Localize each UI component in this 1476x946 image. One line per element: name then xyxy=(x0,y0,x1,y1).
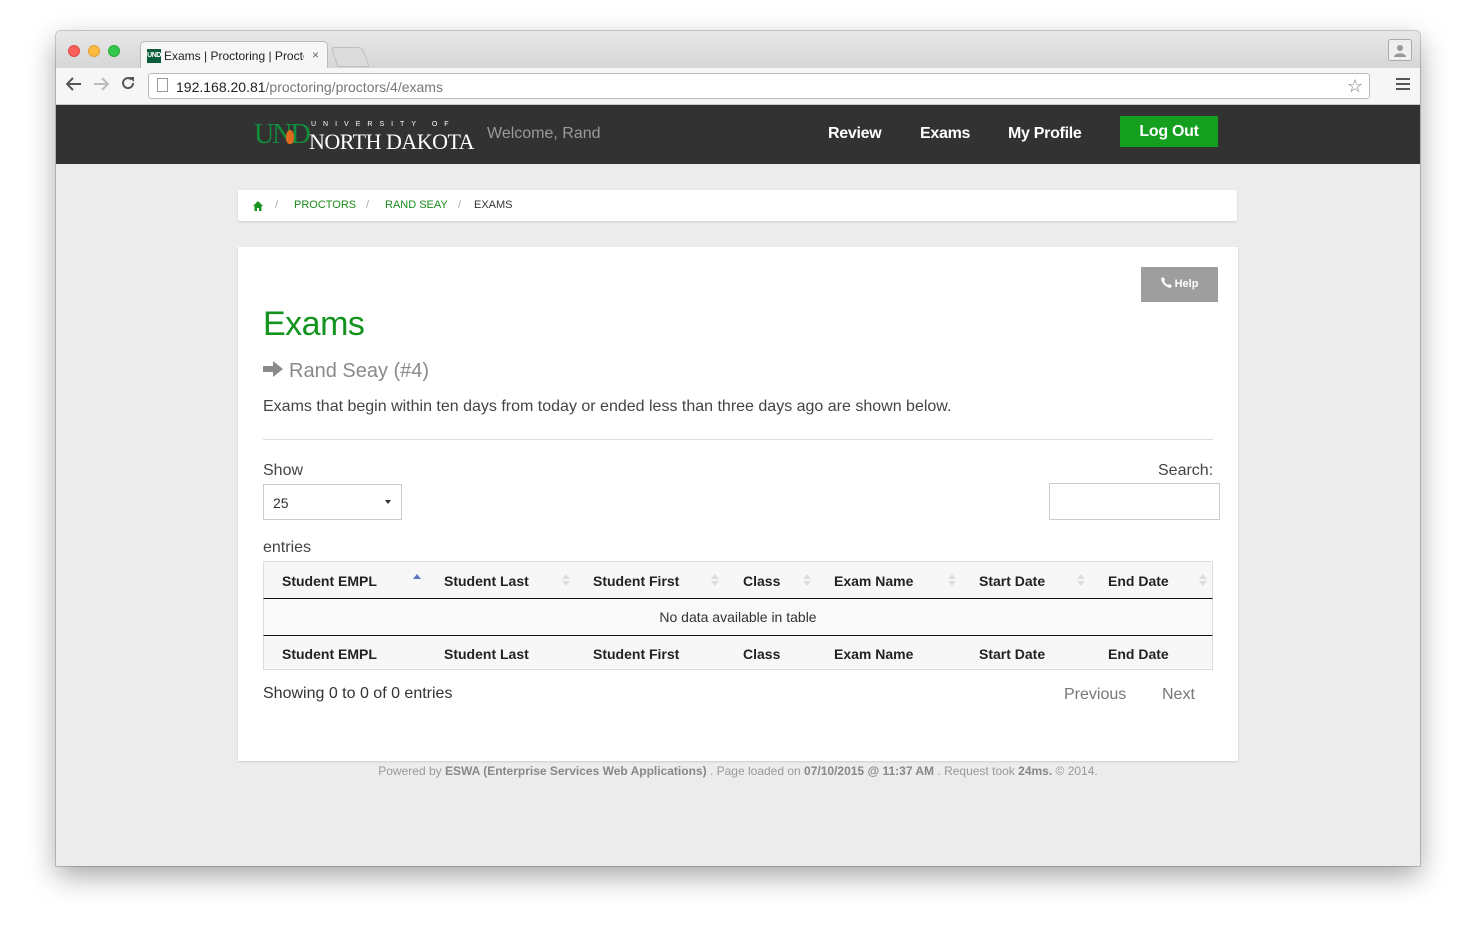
nav-exams[interactable]: Exams xyxy=(920,125,970,143)
sort-icon[interactable] xyxy=(1077,572,1085,588)
divider xyxy=(263,439,1213,440)
page-size-select[interactable]: 25 xyxy=(263,484,402,520)
url-text: 192.168.20.81/proctoring/proctors/4/exam… xyxy=(176,79,443,95)
help-label: Help xyxy=(1174,278,1199,290)
col-footer-student-last: Student Last xyxy=(444,646,529,662)
profile-icon[interactable] xyxy=(1388,39,1412,61)
caret-down-icon xyxy=(385,500,391,504)
footer-request: . Request took xyxy=(937,764,1015,778)
breadcrumb: / PROCTORS / RAND SEAY / EXAMS xyxy=(238,190,1237,221)
page-size-value: 25 xyxy=(273,495,289,511)
page-icon xyxy=(157,78,168,92)
col-header-end-date[interactable]: End Date xyxy=(1108,573,1169,589)
title-bar: UND Exams | Proctoring | Proctoring × xyxy=(56,31,1420,69)
new-tab-button[interactable] xyxy=(330,47,370,67)
logout-button[interactable]: Log Out xyxy=(1120,116,1218,147)
description: Exams that begin within ten days from to… xyxy=(263,398,952,415)
col-footer-start-date: Start Date xyxy=(979,646,1046,662)
col-footer-class: Class xyxy=(743,646,781,662)
window-minimize-button[interactable] xyxy=(88,45,100,57)
arrow-right-icon xyxy=(263,360,283,383)
footer-app-name: ESWA (Enterprise Services Web Applicatio… xyxy=(444,764,707,778)
page-footer: Powered by ESWA (Enterprise Services Web… xyxy=(56,764,1420,778)
logo-university-of: UNIVERSITY OF xyxy=(311,121,456,128)
logo-mark: UND xyxy=(254,119,311,150)
col-header-student-first[interactable]: Student First xyxy=(593,573,679,589)
col-header-start-date[interactable]: Start Date xyxy=(979,573,1045,589)
table-info: Showing 0 to 0 of 0 entries xyxy=(263,685,453,702)
page-title: Exams xyxy=(263,305,365,343)
table-footer: Student EMPL Student Last Student First … xyxy=(263,635,1213,670)
phone-icon xyxy=(1160,277,1172,288)
footer-loaded: . Page loaded on xyxy=(709,764,801,778)
breadcrumb-separator: / xyxy=(275,199,279,211)
breadcrumb-separator: / xyxy=(458,199,462,211)
menu-icon[interactable] xyxy=(1396,78,1410,93)
breadcrumb-current: EXAMS xyxy=(474,199,513,211)
breadcrumb-proctors[interactable]: PROCTORS xyxy=(294,199,356,211)
sort-icon[interactable] xyxy=(948,572,956,588)
flame-icon xyxy=(286,130,294,144)
window-zoom-button[interactable] xyxy=(108,45,120,57)
sort-icon[interactable] xyxy=(1199,572,1207,588)
table-row: No data available in table xyxy=(263,599,1213,635)
col-footer-end-date: End Date xyxy=(1108,646,1169,662)
next-button[interactable]: Next xyxy=(1162,686,1195,704)
search-input[interactable] xyxy=(1049,483,1220,520)
sort-icon[interactable] xyxy=(803,572,811,588)
col-header-student-empl[interactable]: Student EMPL xyxy=(282,573,377,589)
col-footer-student-empl: Student EMPL xyxy=(282,646,377,662)
col-footer-exam-name: Exam Name xyxy=(834,646,914,662)
previous-button[interactable]: Previous xyxy=(1064,686,1126,704)
nav-review[interactable]: Review xyxy=(828,125,882,143)
footer-duration: 24ms. xyxy=(1018,764,1053,778)
entries-label: entries xyxy=(263,539,312,556)
home-icon[interactable] xyxy=(252,199,264,211)
bookmark-star-icon[interactable]: ☆ xyxy=(1347,76,1363,97)
sort-icon[interactable] xyxy=(562,572,570,588)
browser-toolbar: 192.168.20.81/proctoring/proctors/4/exam… xyxy=(56,68,1420,105)
breadcrumb-separator: / xyxy=(366,199,370,211)
search-label: Search: xyxy=(1158,462,1214,479)
tab-close-icon[interactable]: × xyxy=(312,48,319,62)
help-button[interactable]: Help xyxy=(1141,267,1218,302)
nav-my-profile[interactable]: My Profile xyxy=(1008,125,1082,143)
proctor-subtitle: Rand Seay (#4) xyxy=(263,360,429,383)
footer-copyright: © 2014. xyxy=(1055,764,1098,778)
address-bar[interactable]: 192.168.20.81/proctoring/proctors/4/exam… xyxy=(148,73,1370,99)
welcome-text: Welcome, Rand xyxy=(487,125,601,142)
reload-icon[interactable] xyxy=(120,75,136,95)
col-header-class[interactable]: Class xyxy=(743,573,780,589)
show-label: Show xyxy=(263,462,304,479)
breadcrumb-rand-seay[interactable]: RAND SEAY xyxy=(385,199,448,211)
col-header-exam-name[interactable]: Exam Name xyxy=(834,573,913,589)
site-header: UND UNIVERSITY OF NORTH DAKOTA Welcome, … xyxy=(56,105,1420,164)
browser-tab[interactable]: UND Exams | Proctoring | Proctoring × xyxy=(140,41,328,69)
window-close-button[interactable] xyxy=(68,45,80,57)
sort-asc-icon[interactable] xyxy=(413,572,421,588)
tab-title: Exams | Proctoring | Proctoring xyxy=(164,49,304,63)
table-header: Student EMPL Student Last Student First … xyxy=(263,561,1213,599)
footer-timestamp: 07/10/2015 @ 11:37 AM xyxy=(804,764,935,778)
logo-north-dakota: NORTH DAKOTA xyxy=(309,129,475,154)
sort-icon[interactable] xyxy=(711,572,719,588)
empty-message: No data available in table xyxy=(659,609,817,625)
browser-window: UND Exams | Proctoring | Proctoring × 19… xyxy=(56,31,1420,866)
proctor-name: Rand Seay (#4) xyxy=(289,360,430,382)
col-header-student-last[interactable]: Student Last xyxy=(444,573,529,589)
favicon-icon: UND xyxy=(147,49,161,63)
col-footer-student-first: Student First xyxy=(593,646,680,662)
footer-powered-by: Powered by xyxy=(378,764,442,778)
back-arrow-icon[interactable] xyxy=(65,75,82,95)
main-card: Help Exams Rand Seay (#4) Exams that beg… xyxy=(238,247,1238,761)
forward-arrow-icon[interactable] xyxy=(93,75,110,95)
